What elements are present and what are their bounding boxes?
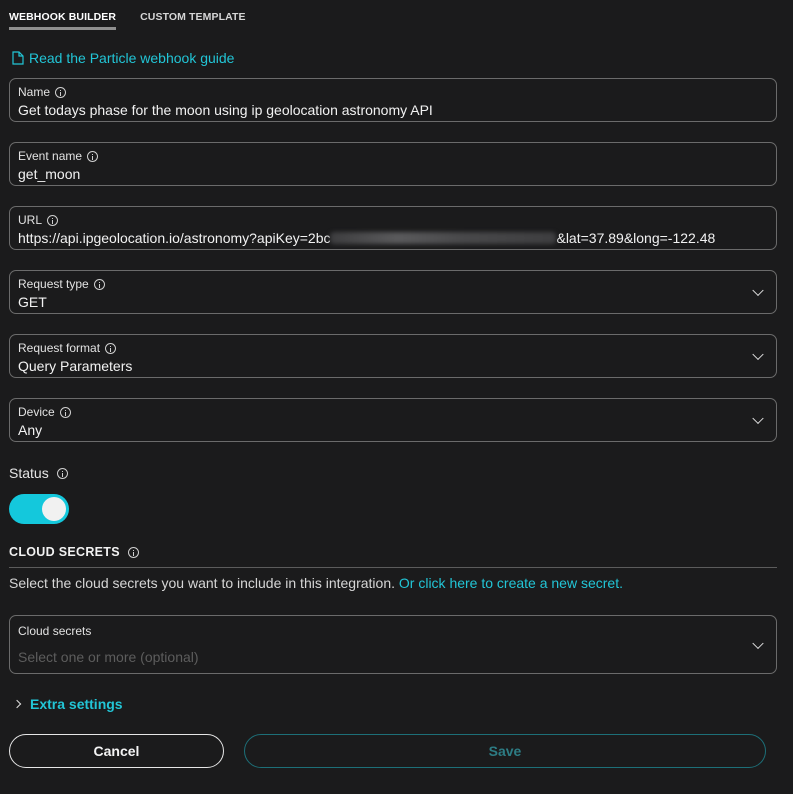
request-format-select[interactable]: Request format Query Parameters bbox=[9, 334, 777, 378]
device-value: Any bbox=[18, 422, 43, 438]
request-type-label: Request type bbox=[18, 277, 89, 291]
cloud-secrets-placeholder: Select one or more (optional) bbox=[18, 649, 199, 665]
info-icon[interactable] bbox=[87, 150, 99, 162]
webhook-guide-label: Read the Particle webhook guide bbox=[29, 50, 235, 66]
url-value-prefix: https://api.ipgeolocation.io/astronomy?a… bbox=[18, 230, 331, 246]
tab-bar: WEBHOOK BUILDER CUSTOM TEMPLATE bbox=[9, 10, 246, 30]
info-icon[interactable] bbox=[47, 214, 59, 226]
info-icon[interactable] bbox=[93, 278, 105, 290]
url-field[interactable]: URL https://api.ipgeolocation.io/astrono… bbox=[9, 206, 777, 250]
url-label: URL bbox=[18, 213, 43, 227]
name-field[interactable]: Name Get todays phase for the moon using… bbox=[9, 78, 777, 122]
cancel-button[interactable]: Cancel bbox=[9, 734, 224, 768]
status-label-text: Status bbox=[9, 465, 49, 481]
event-name-value: get_moon bbox=[18, 166, 81, 182]
name-label: Name bbox=[18, 85, 51, 99]
request-type-value: GET bbox=[18, 294, 47, 310]
info-icon[interactable] bbox=[59, 406, 71, 418]
request-type-select[interactable]: Request type GET bbox=[9, 270, 777, 314]
request-format-value: Query Parameters bbox=[18, 358, 133, 374]
cloud-secrets-heading: CLOUD SECRETS bbox=[9, 545, 139, 559]
status-label: Status bbox=[9, 465, 68, 481]
tab-custom-template[interactable]: CUSTOM TEMPLATE bbox=[140, 10, 246, 30]
document-icon bbox=[12, 51, 24, 65]
status-toggle[interactable] bbox=[9, 494, 69, 524]
webhook-guide-link[interactable]: Read the Particle webhook guide bbox=[12, 50, 234, 66]
cloud-secrets-heading-text: CLOUD SECRETS bbox=[9, 545, 120, 559]
extra-settings-label: Extra settings bbox=[30, 696, 123, 712]
event-name-field[interactable]: Event name get_moon bbox=[9, 142, 777, 186]
info-icon[interactable] bbox=[56, 467, 68, 479]
chevron-down-icon bbox=[752, 637, 764, 649]
request-format-label: Request format bbox=[18, 341, 101, 355]
url-value: https://api.ipgeolocation.io/astronomy?a… bbox=[18, 229, 768, 247]
cloud-secrets-description-text: Select the cloud secrets you want to inc… bbox=[9, 575, 395, 591]
divider bbox=[9, 567, 777, 568]
device-select[interactable]: Device Any bbox=[9, 398, 777, 442]
chevron-right-icon bbox=[12, 699, 22, 709]
url-value-suffix: &lat=37.89&long=-122.48 bbox=[556, 230, 716, 246]
toggle-knob bbox=[42, 497, 66, 521]
cloud-secrets-label: Cloud secrets bbox=[18, 624, 92, 638]
name-value: Get todays phase for the moon using ip g… bbox=[18, 102, 433, 118]
extra-settings-toggle[interactable]: Extra settings bbox=[12, 696, 123, 712]
info-icon[interactable] bbox=[55, 86, 67, 98]
tab-webhook-builder[interactable]: WEBHOOK BUILDER bbox=[9, 10, 117, 30]
redacted-api-key bbox=[330, 231, 557, 244]
info-icon[interactable] bbox=[127, 546, 139, 558]
cloud-secrets-description: Select the cloud secrets you want to inc… bbox=[9, 575, 623, 591]
save-button[interactable]: Save bbox=[244, 734, 766, 768]
cloud-secrets-select[interactable]: Cloud secrets Select one or more (option… bbox=[9, 615, 777, 674]
event-name-label: Event name bbox=[18, 149, 83, 163]
create-secret-link[interactable]: Or click here to create a new secret. bbox=[399, 575, 623, 591]
device-label: Device bbox=[18, 405, 55, 419]
info-icon[interactable] bbox=[105, 342, 117, 354]
